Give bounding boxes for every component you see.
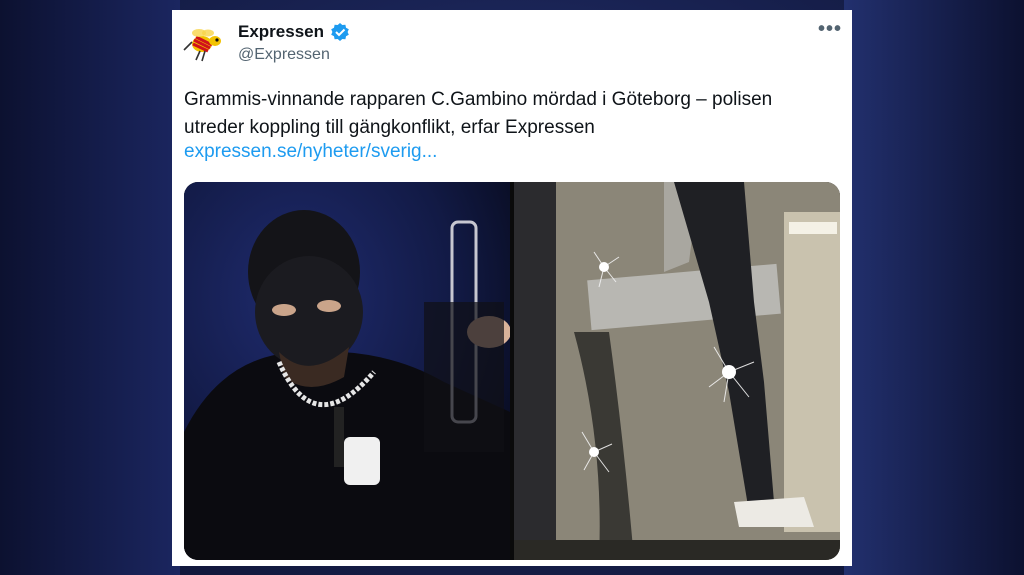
author-handle[interactable]: @Expressen [238,46,330,64]
tweet-text: Grammis-vinnande rapparen C.Gambino mörd… [184,89,773,138]
verified-badge-icon [331,23,349,41]
background-right [844,0,1024,575]
author-name[interactable]: Expressen [238,22,324,42]
background-left [0,0,180,575]
tweet-header: Expressen @Expressen ••• [172,10,852,80]
more-options-icon[interactable]: ••• [816,19,844,44]
rapper-photo[interactable] [184,182,510,560]
wasp-logo-icon[interactable] [182,24,228,70]
tweet-media[interactable] [184,182,840,560]
shattered-door-photo[interactable] [514,182,840,560]
tweet-card[interactable]: Expressen @Expressen ••• Grammis-vinnand… [172,10,852,566]
article-link[interactable]: expressen.se/nyheter/sverig... [184,141,437,163]
